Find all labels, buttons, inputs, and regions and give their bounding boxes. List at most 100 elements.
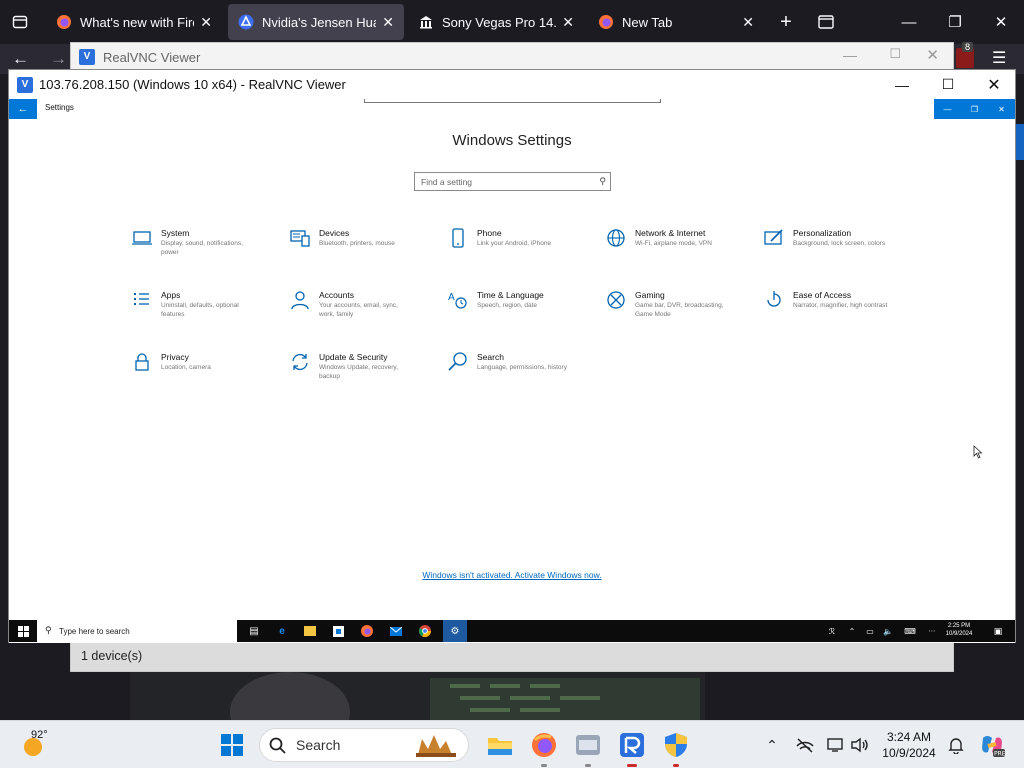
maximize-icon[interactable]: ☐ [925,70,971,99]
close-tab-icon[interactable]: ✕ [562,14,574,31]
restore-icon[interactable]: ❐ [932,0,978,44]
taskbar: 92° Search ⌃ 3:24 AM 10/9/2024 PRE [0,720,1024,768]
system-clock[interactable]: 3:24 AM 10/9/2024 [878,729,940,761]
page-accent [1016,124,1024,160]
store-icon[interactable] [329,622,347,640]
realvnc-icon: V [79,49,95,65]
category-personalization[interactable]: Personalization Background, lock screen,… [763,227,913,277]
tab-nvidia[interactable]: Nvidia's Jensen Huang ✕ [228,4,404,40]
close-icon[interactable]: ✕ [971,70,1017,99]
edge-icon[interactable]: e [273,622,291,640]
notification-bell-icon[interactable] [940,729,972,761]
minimize-icon[interactable]: — [843,47,857,63]
tab-new-tab[interactable]: New Tab ✕ [588,4,764,40]
sync-icon [292,353,308,371]
category-devices[interactable]: Devices Bluetooth, printers, mouse [289,227,439,277]
search-icon [269,737,286,754]
remote-time: 2:25 PM [947,623,971,629]
task-view-icon[interactable]: ▤ [245,622,263,640]
category-name: Time & Language [477,290,544,300]
tab-list-button[interactable] [0,0,40,44]
remote-search-box[interactable]: ⚲ Type here to search [37,620,237,642]
weather-widget[interactable]: 92° [18,729,78,761]
network-icon[interactable]: ▭ [861,622,879,640]
realvnc-viewer-icon[interactable] [616,729,648,761]
new-tab-button[interactable]: + [764,0,808,44]
back-arrow-icon[interactable]: ← [9,99,37,119]
category-desc: Bluetooth, printers, mouse [319,240,395,247]
category-ease-of-access[interactable]: Ease of Access Narrator, magnifier, high… [763,289,913,339]
forward-arrow-icon[interactable]: → [50,49,67,69]
chrome-icon[interactable] [416,622,434,640]
no-network-icon[interactable] [789,729,821,761]
category-update-security[interactable]: Update & Security Windows Update, recove… [289,351,439,401]
menu-icon[interactable]: ☰ [992,48,1006,68]
file-explorer-icon[interactable] [301,622,319,640]
restore-icon[interactable]: ❐ [961,99,988,119]
chevron-up-icon[interactable]: ⌃ [843,622,861,640]
tab-sony-vegas[interactable]: Sony Vegas Pro 14.0 Bu ✕ [408,4,584,40]
background-image [130,672,705,752]
close-icon[interactable]: ✕ [988,99,1015,119]
category-system[interactable]: System Display, sound, notifications, po… [131,227,281,277]
taskbar-search-box[interactable]: Search [259,728,469,762]
close-icon[interactable]: ✕ [978,0,1024,44]
firefox-icon [598,14,614,30]
firefox-icon[interactable] [528,729,560,761]
windows-start-icon[interactable] [14,622,32,640]
window-title: 103.76.208.150 (Windows 10 x64) - RealVN… [39,77,346,92]
people-icon[interactable]: ℛ [823,622,841,640]
minimize-icon[interactable]: — [886,0,932,44]
category-search[interactable]: Search Language, permissions, history [447,351,597,401]
tab-firefox-whats-new[interactable]: What's new with Firefox ✕ [46,4,222,40]
category-name: Devices [319,228,350,238]
find-setting-input[interactable]: Find a setting ⚲ [414,172,611,191]
activate-windows-link[interactable]: Windows isn't activated. Activate Window… [9,570,1015,580]
category-privacy[interactable]: Privacy Location, camera [131,351,281,401]
volume-icon[interactable]: 🔈 [879,622,897,640]
vnc-server-icon[interactable] [572,729,604,761]
minimize-icon[interactable]: — [934,99,961,119]
brush-icon [764,229,783,245]
remote-desktop[interactable]: ← Settings — ❐ ✕ Windows Settings Find a… [9,99,1015,643]
close-tab-icon[interactable]: ✕ [382,14,394,31]
lock-icon [135,353,149,371]
category-accounts[interactable]: Accounts Your accounts, email, sync, wor… [289,289,439,339]
back-arrow-icon[interactable]: ← [12,49,29,69]
start-button[interactable] [216,729,248,761]
category-gaming[interactable]: Gaming Game bar, DVR, broadcasting, Game… [605,289,755,339]
category-name: Personalization [793,228,852,238]
firefox-icon[interactable] [358,622,376,640]
category-time-language[interactable]: A Time & Language Speech, region, date [447,289,597,339]
category-phone[interactable]: Phone Link your Android, iPhone [447,227,597,277]
minimize-icon[interactable]: — [879,70,925,99]
category-desc: Narrator, magnifier, high contrast [793,302,888,309]
notification-icon[interactable]: ▣ [989,622,1007,640]
copilot-icon[interactable]: PRE [976,729,1008,761]
category-desc: Your accounts, email, sync, work, family [319,302,398,318]
security-shield-icon[interactable] [660,729,692,761]
close-tab-icon[interactable]: ✕ [200,14,212,31]
realvnc-icon: V [17,76,33,93]
volume-icon[interactable] [844,729,876,761]
xbox-icon [607,291,625,309]
file-explorer-icon[interactable] [484,729,516,761]
weather-temp: 92° [31,729,48,741]
settings-titlebar: ← Settings — ❐ ✕ [9,99,1015,119]
category-network[interactable]: Network & Internet Wi-Fi, airplane mode,… [605,227,755,277]
remote-clock[interactable]: 2:25 PM 10/9/2024 [937,622,981,638]
category-name: Search [477,352,504,362]
maximize-icon[interactable]: ☐ [889,46,901,62]
category-name: Accounts [319,290,354,300]
phone-icon [452,228,464,248]
settings-gear-icon[interactable]: ⚙ [443,620,467,642]
globe-icon [607,229,625,247]
mail-icon[interactable] [387,622,405,640]
running-indicator [627,764,637,767]
close-tab-icon[interactable]: ✕ [742,14,754,31]
pip-icon[interactable] [806,0,846,44]
category-apps[interactable]: Apps Uninstall, defaults, optional featu… [131,289,281,339]
chevron-up-icon[interactable]: ⌃ [756,729,788,761]
keyboard-icon[interactable]: ⌨ [901,622,919,640]
close-icon[interactable]: ✕ [926,46,939,64]
